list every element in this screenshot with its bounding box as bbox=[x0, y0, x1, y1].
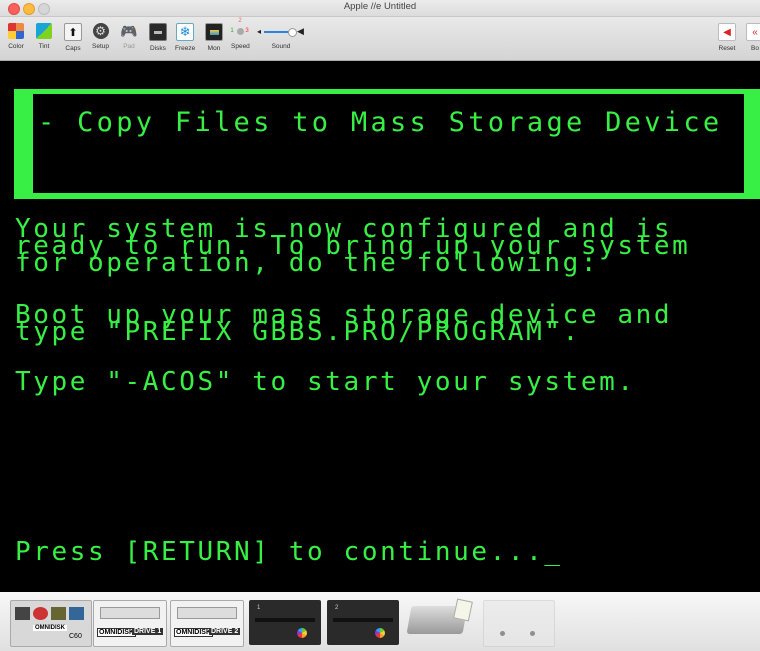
apple-logo-icon bbox=[297, 628, 307, 638]
freeze-icon: ❄ bbox=[176, 23, 195, 41]
emulator-screen[interactable]: - Copy Files to Mass Storage Device - Yo… bbox=[0, 61, 760, 592]
printer-icon[interactable] bbox=[405, 598, 475, 645]
banner-frame bbox=[14, 89, 760, 199]
disks-button[interactable]: Disks bbox=[149, 23, 167, 52]
monitor-icon bbox=[205, 23, 223, 41]
toolbar: Color Tint ⬆ Caps ⚙ Setup 🎮 Pad Disks ❄ … bbox=[0, 17, 760, 61]
disk-ii-drive-2[interactable]: 2 bbox=[327, 600, 399, 645]
tint-button[interactable]: Tint bbox=[36, 23, 52, 50]
mon-button[interactable]: Mon bbox=[205, 23, 223, 52]
boot-icon: « bbox=[746, 23, 760, 41]
drive-2[interactable]: OMNIDISK DRIVE 2 bbox=[170, 600, 244, 647]
gamepad-icon: 🎮 bbox=[120, 22, 138, 39]
apple-logo-icon bbox=[375, 628, 385, 638]
banner-title: - Copy Files to Mass Storage Device - bbox=[38, 107, 760, 138]
tint-icon bbox=[36, 23, 52, 39]
disk-ii-slot-2: 2 bbox=[335, 605, 339, 611]
drive-1-label: DRIVE 1 bbox=[132, 628, 164, 635]
screen-line-7: Press [RETURN] to continue..._ bbox=[15, 537, 563, 567]
color-button[interactable]: Color bbox=[8, 23, 24, 50]
media-box-group[interactable]: OMNIDISK C60 bbox=[10, 600, 92, 647]
speed-digit-1: 1 bbox=[230, 28, 234, 34]
disks-icon bbox=[149, 23, 167, 41]
setup-button[interactable]: ⚙ Setup bbox=[92, 23, 109, 50]
pad-button[interactable]: 🎮 Pad bbox=[120, 22, 138, 51]
title-bar: Apple //e Untitled bbox=[0, 0, 760, 17]
disk-ii-drive-1[interactable]: 1 bbox=[249, 600, 321, 645]
caps-icon: ⬆ bbox=[64, 23, 82, 41]
sound-control[interactable]: ◂ ◀ Sound bbox=[257, 23, 305, 50]
speed-button[interactable]: 2 1 3 Speed bbox=[230, 18, 249, 50]
boot-button[interactable]: « Bo bbox=[746, 23, 760, 52]
speed-digit-3: 3 bbox=[245, 28, 249, 34]
reset-icon: ◀ bbox=[718, 23, 736, 41]
reset-button[interactable]: ◀ Reset bbox=[718, 23, 736, 52]
setup-icon: ⚙ bbox=[92, 23, 109, 39]
drive-2-label: DRIVE 2 bbox=[209, 628, 241, 635]
screen-line-5: type "PREFIX GBBS.PRO/PROGRAM". bbox=[15, 317, 581, 347]
disk-ii-slot-1: 1 bbox=[257, 605, 261, 611]
freeze-button[interactable]: ❄ Freeze bbox=[175, 23, 195, 52]
drive-2-omnidisk-label: OMNIDISK bbox=[174, 628, 213, 637]
screen-line-3: for operation, do the following: bbox=[15, 248, 600, 278]
c60-label: C60 bbox=[69, 633, 82, 640]
window-title: Apple //e Untitled bbox=[343, 1, 417, 12]
drive-1[interactable]: OMNIDISK DRIVE 1 bbox=[93, 600, 167, 647]
drive-1-omnidisk-label: OMNIDISK bbox=[97, 628, 136, 637]
caps-button[interactable]: ⬆ Caps bbox=[64, 23, 82, 52]
color-icon bbox=[8, 23, 24, 39]
speed-icon: 2 1 3 bbox=[230, 18, 249, 39]
omnidisk-label: OMNIDISK bbox=[33, 625, 67, 631]
emulator-window: Apple //e Untitled Color Tint ⬆ Caps ⚙ S… bbox=[0, 0, 760, 592]
screen-line-6: Type "-ACOS" to start your system. bbox=[15, 367, 636, 397]
sound-slider-icon[interactable]: ◂ ◀ bbox=[257, 23, 305, 39]
speed-digit-2: 2 bbox=[238, 18, 242, 24]
cassette-icon[interactable] bbox=[483, 600, 555, 647]
media-shelf: OMNIDISK C60 OMNIDISK DRIVE 1 OMNIDISK D… bbox=[0, 592, 760, 651]
